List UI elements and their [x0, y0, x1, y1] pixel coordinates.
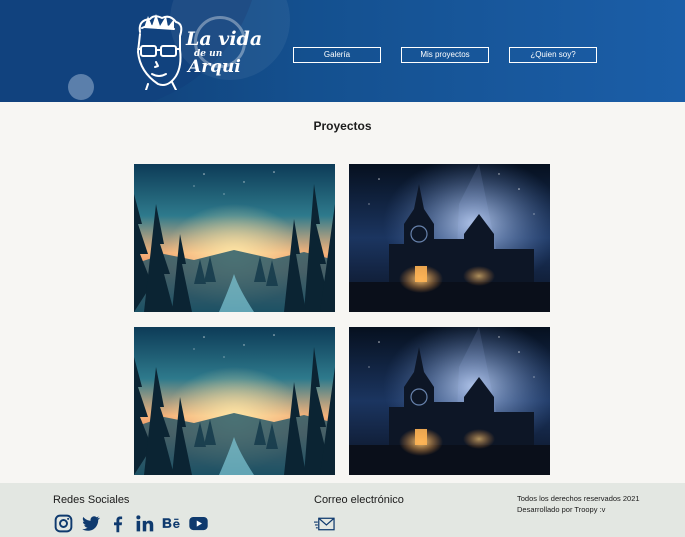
social-links: [53, 513, 209, 534]
night-cathedral-image: [349, 164, 550, 312]
page-title: Proyectos: [313, 119, 372, 133]
envelope-icon[interactable]: [314, 517, 335, 531]
logo-line-1: La vida: [186, 28, 263, 50]
social-title: Redes Sociales: [53, 494, 130, 506]
mail-title: Correo electrónico: [314, 494, 404, 506]
linkedin-icon[interactable]: [134, 513, 155, 534]
night-cathedral-image: [349, 327, 550, 475]
header-bubble-decoration: [68, 74, 94, 100]
logo-line-3: Arqui: [188, 57, 241, 77]
nav-projects-button[interactable]: Mis proyectos: [401, 47, 489, 63]
project-card-forest[interactable]: [134, 327, 335, 475]
nav-gallery-button[interactable]: Galería: [293, 47, 381, 63]
forest-sunset-image: [134, 164, 335, 312]
youtube-icon[interactable]: [188, 513, 209, 534]
twitter-icon[interactable]: [80, 513, 101, 534]
facebook-icon[interactable]: [107, 513, 128, 534]
developer-credit: Desarrollado por Troopy :v: [517, 505, 606, 514]
footer-rights: Todos los derechos reservados 2021 Desar…: [517, 493, 640, 515]
logo-title: La vida de un Arqui: [186, 30, 262, 76]
rights-text: Todos los derechos reservados 2021: [517, 494, 640, 503]
main-nav: Galería Mis proyectos ¿Quien soy?: [293, 47, 597, 63]
instagram-icon[interactable]: [53, 513, 74, 534]
project-card-cathedral[interactable]: [349, 164, 550, 312]
nav-about-button[interactable]: ¿Quien soy?: [509, 47, 597, 63]
behance-icon[interactable]: [161, 513, 182, 534]
forest-sunset-image: [134, 327, 335, 475]
project-card-forest[interactable]: [134, 164, 335, 312]
project-card-cathedral[interactable]: [349, 327, 550, 475]
site-header: La vida de un Arqui Galería Mis proyecto…: [0, 0, 685, 102]
